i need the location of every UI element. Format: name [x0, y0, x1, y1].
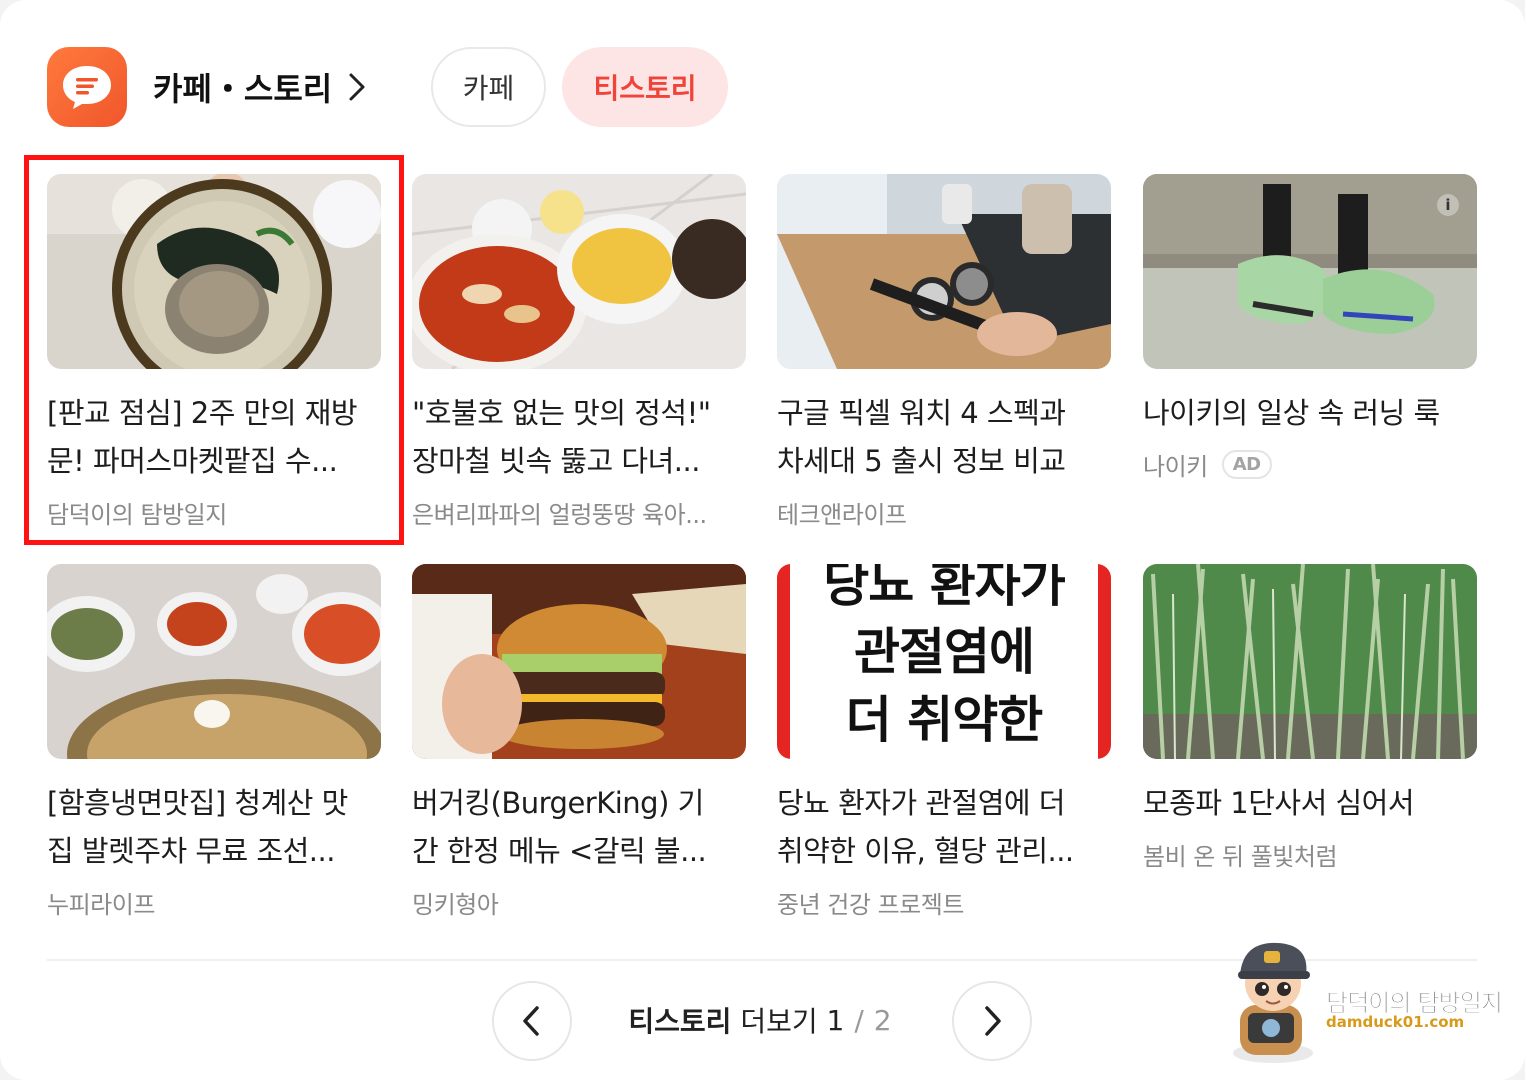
- card-title: 구글 픽셀 워치 4 스펙과 차세대 5 출시 정보 비교: [777, 396, 1066, 478]
- card-thumbnail: [47, 564, 381, 759]
- card-thumbnail: [47, 174, 381, 369]
- next-page-button[interactable]: [952, 981, 1032, 1061]
- content-card[interactable]: 모종파 1단사서 심어서 봄비 온 뒤 풀빛처럼: [1143, 564, 1477, 872]
- mascot-icon: [1233, 942, 1313, 1063]
- chat-bubble-icon: [47, 47, 127, 127]
- card-title: "호불호 없는 맛의 정석!" 장마철 빗속 뚫고 다녀...: [412, 396, 711, 478]
- card-source: 담덕이의 탐방일지: [47, 501, 227, 529]
- more-link[interactable]: 티스토리 더보기 1 / 2: [600, 998, 920, 1042]
- ad-badge: AD: [1221, 450, 1272, 479]
- cafe-story-panel: 카페・스토리 카페 티스토리 [판교 점심] 2주 만의 재방 문! 파머스마켓…: [0, 0, 1525, 1080]
- content-card[interactable]: [함흥냉면맛집] 청계산 맛 집 발렛주차 무료 조선... 누피라이프: [47, 564, 381, 920]
- card-thumbnail: [777, 174, 1111, 369]
- tab-tistory[interactable]: 티스토리: [562, 47, 728, 127]
- content-card[interactable]: [판교 점심] 2주 만의 재방 문! 파머스마켓팥집 수... 담덕이의 탐방…: [47, 174, 381, 530]
- prev-page-button[interactable]: [492, 981, 572, 1061]
- info-icon[interactable]: i: [1437, 194, 1459, 216]
- card-source: 나이키 AD: [1143, 447, 1477, 482]
- card-title: 당뇨 환자가 관절염에 더 취약한 이유, 혈당 관리...: [777, 786, 1074, 868]
- content-card[interactable]: 버거킹(BurgerKing) 기 간 한정 메뉴 <갈릭 불... 밍키형아: [412, 564, 746, 920]
- card-source: 테크앤라이프: [777, 501, 907, 529]
- current-page: 1: [826, 1003, 845, 1037]
- tab-cafe[interactable]: 카페: [431, 47, 546, 127]
- card-title: 버거킹(BurgerKing) 기 간 한정 메뉴 <갈릭 불...: [412, 786, 707, 868]
- card-title: [판교 점심] 2주 만의 재방 문! 파머스마켓팥집 수...: [47, 396, 358, 478]
- card-source: 누피라이프: [47, 891, 155, 919]
- card-thumbnail: [412, 174, 746, 369]
- content-card[interactable]: i 나이키의 일상 속 러닝 룩 나이키 AD: [1143, 174, 1477, 482]
- card-source: 밍키형아: [412, 891, 499, 919]
- card-thumbnail: i: [1143, 174, 1477, 369]
- section-title: 카페・스토리: [153, 70, 333, 108]
- chevron-right-icon: [349, 73, 365, 101]
- card-title: [함흥냉면맛집] 청계산 맛 집 발렛주차 무료 조선...: [47, 786, 348, 868]
- card-thumbnail: [1143, 564, 1477, 759]
- card-source: 중년 건강 프로젝트: [777, 891, 964, 919]
- total-pages: 2: [873, 1003, 892, 1037]
- card-source: 은벼리파파의 얼렁뚱땅 육아...: [412, 501, 707, 529]
- card-source: 봄비 온 뒤 풀빛처럼: [1143, 843, 1338, 871]
- card-thumbnail: 당뇨 환자가 관절염에 더 취약한: [777, 564, 1111, 759]
- chevron-right-icon: [985, 1006, 1001, 1036]
- card-thumbnail: [412, 564, 746, 759]
- content-card[interactable]: "호불호 없는 맛의 정석!" 장마철 빗속 뚫고 다녀... 은벼리파파의 얼…: [412, 174, 746, 530]
- chevron-left-icon: [523, 1006, 539, 1036]
- section-header: 카페・스토리: [47, 46, 368, 128]
- content-card[interactable]: 당뇨 환자가 관절염에 더 취약한 당뇨 환자가 관절염에 더 취약한 이유, …: [777, 564, 1111, 920]
- section-title-link[interactable]: 카페・스토리: [153, 64, 368, 110]
- watermark: 담덕이의 탐방일지 damduck01.com: [1218, 935, 1518, 1065]
- content-card[interactable]: 구글 픽셀 워치 4 스펙과 차세대 5 출시 정보 비교 테크앤라이프: [777, 174, 1111, 530]
